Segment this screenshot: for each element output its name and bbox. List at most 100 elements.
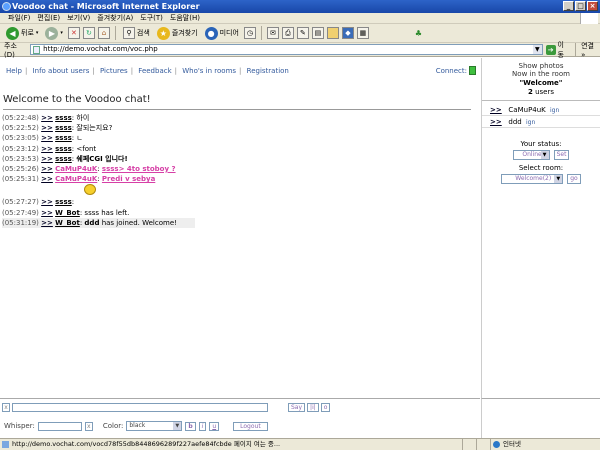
print-icon[interactable]: ⎙ [281,27,294,39]
nav-registration-link[interactable]: Registration [247,67,289,75]
discuss-icon[interactable]: ▤ [311,27,324,39]
forward-arrow-icon: ▶ [45,26,59,40]
reply-arrow-link[interactable]: >> [41,124,53,132]
media-button[interactable]: ● 미디어 [203,25,241,41]
edit-icon[interactable]: ✎ [296,27,309,39]
show-photos-link[interactable]: Show photos [482,62,600,70]
nav-pictures-link[interactable]: Pictures [100,67,128,75]
address-input[interactable]: http://demo.vochat.com/voc.php ▼ [30,44,543,55]
go-button[interactable]: ➔ 이동 [545,40,570,60]
message-nick[interactable]: CaMuP4uK [55,165,97,173]
color-label: Color: [102,422,124,430]
status-cell [476,439,490,450]
stop-icon[interactable]: ✕ [67,27,80,39]
window-titlebar: Voodoo chat - Microsoft Internet Explore… [0,0,600,13]
home-icon[interactable]: ⌂ [97,27,110,39]
address-dropdown-icon[interactable]: ▼ [532,45,542,54]
mail-icon[interactable]: ✉ [266,27,279,39]
search-button[interactable]: ⚲ 검색 [121,25,152,41]
message-nick[interactable]: ssss [55,198,72,206]
links-button[interactable]: 연결 » [581,41,600,59]
chat-message: (05:22:52) >> ssss: 잘되는지요? [2,124,113,133]
message-nick[interactable]: W_Bot [55,219,80,227]
message-time: (05:23:53) [2,154,39,163]
refresh-icon[interactable]: ↻ [82,27,95,39]
i-button[interactable]: |i| [307,403,319,412]
reply-arrow-link[interactable]: >> [41,114,53,122]
reply-arrow-link[interactable]: >> [41,198,53,206]
maximize-button[interactable]: □ [575,1,586,11]
status-label: Your status: [520,140,562,148]
menu-edit[interactable]: 편집(E) [37,13,60,23]
address-label: 주소(D) [4,41,17,59]
menu-help[interactable]: 도움말(H) [170,13,200,23]
message-time: (05:31:19) [2,218,39,227]
reply-arrow-link[interactable]: >> [41,134,53,142]
back-button[interactable]: ◀ 뒤로 ▾ [4,25,40,41]
user-reply-arrow-link[interactable]: >> [490,118,502,126]
favorites-button[interactable]: ★ 즐겨찾기 [155,25,200,41]
reply-arrow-link[interactable]: >> [41,209,53,217]
select-room-label: Select room: [518,164,564,172]
browser-content: Help | Info about users | Pictures | Feedba… [0,58,600,438]
user-count: 2 users [482,88,600,97]
reply-arrow-link[interactable]: >> [41,155,53,163]
menu-tools[interactable]: 도구(T) [140,13,163,23]
nav-feedback-link[interactable]: Feedback [138,67,171,75]
status-select[interactable]: Online ▼ [512,150,550,160]
logout-button[interactable]: Logout [233,421,268,431]
message-nick[interactable]: ssss [55,114,72,122]
message-nick[interactable]: ssss [55,145,72,153]
message-input[interactable] [12,403,268,412]
say-button[interactable]: Say [288,403,306,412]
italic-button[interactable]: i [198,421,207,431]
clear-whisper-button[interactable]: x [84,421,93,431]
ie-icon [2,2,11,11]
ignore-link[interactable]: ign [526,119,535,126]
status-bar: http://demo.vochat.com/vocd78f55db844869… [0,438,600,450]
minimize-button[interactable]: _ [563,1,574,11]
research-icon[interactable]: ▦ [356,27,369,39]
close-button[interactable]: × [587,1,598,11]
message-nick[interactable]: ssss [55,134,72,142]
forward-button[interactable]: ▶ ▾ [43,25,65,41]
back-dropdown-icon: ▾ [35,30,39,36]
bold-button[interactable]: b [185,421,196,431]
chat-message: (05:25:31) >> CaMuP4uK: Predi v sebya [2,175,156,184]
reply-arrow-link[interactable]: >> [41,165,53,173]
user-reply-arrow-link[interactable]: >> [490,106,502,114]
go-room-button[interactable]: go [567,174,581,184]
color-select[interactable]: black ▼ [126,421,183,431]
set-status-button[interactable]: Set [553,150,570,160]
messenger-buddy-icon[interactable]: ♣ [412,27,425,40]
reply-arrow-link[interactable]: >> [41,219,53,227]
reply-arrow-link[interactable]: >> [41,145,53,153]
nav-help-link[interactable]: Help [6,67,22,75]
whisper-input[interactable] [37,421,82,431]
clear-message-button[interactable]: x [2,403,10,412]
message-nick[interactable]: W_Bot [55,209,80,217]
nav-info-users-link[interactable]: Info about users [33,67,90,75]
reply-arrow-link[interactable]: >> [41,175,53,183]
message-nick[interactable]: CaMuP4uK [55,175,97,183]
message-time: (05:22:52) [2,124,39,133]
menu-file[interactable]: 파일(F) [8,13,30,23]
ignore-link[interactable]: ign [550,107,559,114]
history-icon[interactable]: ◷ [243,27,256,39]
message-nick[interactable]: ssss [55,155,72,163]
user-name[interactable]: ddd [508,118,521,126]
menu-view[interactable]: 보기(V) [67,13,90,23]
notes-icon[interactable] [326,27,339,39]
windows-logo-icon [580,13,598,24]
chevron-down-icon: ▼ [540,151,549,159]
message-nick[interactable]: ssss [55,124,72,132]
messenger-icon[interactable]: ◆ [341,27,354,39]
connect-label: Connect: [435,66,467,75]
nav-whos-in-rooms-link[interactable]: Who's in rooms [182,67,236,75]
user-name[interactable]: CaMuP4uK [508,106,545,114]
underline-button[interactable]: u [209,421,220,431]
menu-favorites[interactable]: 즐겨찾기(A) [97,13,133,23]
room-select[interactable]: Welcome(2) ▼ [501,174,564,184]
divider [3,109,471,110]
o-button[interactable]: o [320,403,331,412]
